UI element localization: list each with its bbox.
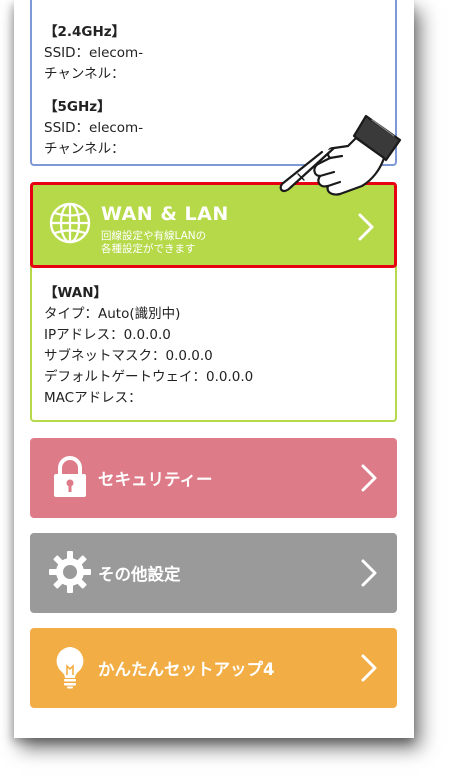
band-5ghz-heading: 【5GHz】	[44, 99, 111, 115]
wan-heading: 【WAN】	[44, 285, 108, 301]
chevron-right-icon	[361, 559, 377, 587]
band-24ghz-heading: 【2.4GHz】	[44, 24, 126, 40]
wan-ip-address: IPアドレス：0.0.0.0	[44, 327, 171, 343]
wan-default-gateway: デフォルトゲートウェイ：0.0.0.0	[44, 369, 254, 385]
wireless-info: 【2.4GHz】 SSID：elecom- チャンネル： 【5GHz】 SSID…	[44, 22, 143, 160]
wan-mac-address: MACアドレス：	[44, 390, 142, 406]
globe-icon	[49, 202, 91, 244]
security-label: セキュリティー	[98, 470, 213, 489]
band-5ghz-channel: チャンネル：	[44, 141, 125, 157]
wan-lan-subtitle: 回線設定や有線LANの 各種設定ができます	[101, 230, 206, 256]
wan-lan-subtitle-line2: 各種設定ができます	[101, 243, 196, 255]
chevron-right-icon	[361, 654, 377, 682]
band-24ghz-ssid: SSID：elecom-	[44, 45, 144, 61]
lightbulb-icon	[56, 647, 84, 689]
security-button[interactable]: セキュリティー	[30, 438, 397, 518]
band-5ghz-ssid: SSID：elecom-	[44, 120, 144, 136]
wan-type: タイプ：Auto(識別中)	[44, 306, 181, 322]
other-settings-label: その他設定	[98, 565, 181, 584]
wan-lan-title: WAN & LAN	[101, 203, 229, 225]
chevron-right-icon	[361, 464, 377, 492]
other-settings-button[interactable]: その他設定	[30, 533, 397, 613]
lock-icon	[54, 456, 86, 497]
wan-subnet-mask: サブネットマスク：0.0.0.0	[44, 348, 213, 364]
easy-setup-label: かんたんセットアップ4	[98, 660, 275, 679]
pointing-hand-icon	[279, 114, 402, 196]
gear-icon	[49, 551, 91, 593]
wan-info: 【WAN】 タイプ：Auto(識別中) IPアドレス：0.0.0.0 サブネット…	[44, 283, 253, 409]
wan-lan-subtitle-line1: 回線設定や有線LANの	[101, 230, 207, 242]
band-24ghz-channel: チャンネル：	[44, 66, 125, 82]
easy-setup-button[interactable]: かんたんセットアップ4	[30, 628, 397, 708]
